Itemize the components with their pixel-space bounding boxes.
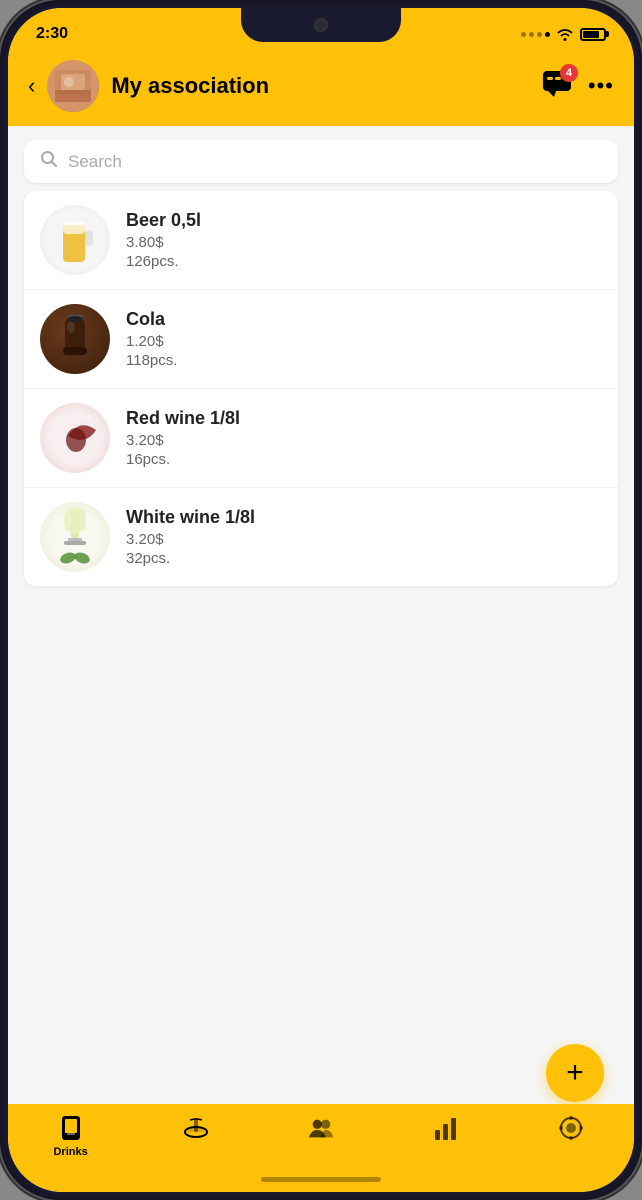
nav-item-stats[interactable] (384, 1114, 509, 1146)
notification-badge: 4 (560, 64, 578, 82)
status-time: 2:30 (36, 25, 68, 43)
camera (314, 18, 328, 32)
back-button[interactable]: ‹ (28, 73, 35, 99)
header-actions: 4 ••• (542, 70, 614, 103)
content-area: Search Beer 0,5l (8, 126, 634, 600)
list-item[interactable]: Beer 0,5l 3.80$ 126pcs. (24, 191, 618, 290)
signal-icon (521, 32, 550, 37)
item-info-redwine: Red wine 1/8l 3.20$ 16pcs. (126, 408, 602, 468)
item-qty: 126pcs. (126, 253, 602, 270)
items-list: Beer 0,5l 3.80$ 126pcs. (24, 191, 618, 586)
item-name: Beer 0,5l (126, 210, 602, 231)
item-price: 3.20$ (126, 432, 602, 449)
food-icon (182, 1114, 210, 1142)
item-name: White wine 1/8l (126, 507, 602, 528)
search-icon (40, 150, 58, 173)
settings-icon (557, 1114, 585, 1142)
item-image-redwine (40, 403, 110, 473)
search-input[interactable]: Search (68, 152, 122, 172)
screen: 2:30 ‹ (8, 8, 634, 1192)
nav-item-members[interactable] (258, 1114, 383, 1146)
item-info-whitewine: White wine 1/8l 3.20$ 32pcs. (126, 507, 602, 567)
list-item[interactable]: Red wine 1/8l 3.20$ 16pcs. (24, 389, 618, 488)
list-item[interactable]: White wine 1/8l 3.20$ 32pcs. (24, 488, 618, 586)
more-button[interactable]: ••• (588, 73, 614, 99)
add-button[interactable]: + (546, 1044, 604, 1102)
nav-item-settings[interactable] (509, 1114, 634, 1146)
item-name: Red wine 1/8l (126, 408, 602, 429)
item-info-cola: Cola 1.20$ 118pcs. (126, 309, 602, 369)
item-qty: 118pcs. (126, 352, 602, 369)
item-name: Cola (126, 309, 602, 330)
nav-item-food[interactable] (133, 1114, 258, 1146)
item-image-cola (40, 304, 110, 374)
item-price: 3.80$ (126, 234, 602, 251)
list-item[interactable]: Cola 1.20$ 118pcs. (24, 290, 618, 389)
item-qty: 32pcs. (126, 550, 602, 567)
stats-icon (432, 1114, 460, 1142)
nav-item-drinks[interactable]: Drinks (8, 1114, 133, 1158)
chat-button[interactable]: 4 (542, 70, 572, 103)
item-info-beer: Beer 0,5l 3.80$ 126pcs. (126, 210, 602, 270)
item-image-beer (40, 205, 110, 275)
drinks-icon (57, 1114, 85, 1142)
phone-frame: 2:30 ‹ (0, 0, 642, 1200)
status-icons (521, 27, 606, 41)
avatar (47, 60, 99, 112)
notch (241, 8, 401, 42)
item-qty: 16pcs. (126, 451, 602, 468)
members-icon (307, 1114, 335, 1142)
item-price: 3.20$ (126, 531, 602, 548)
home-indicator (261, 1177, 381, 1182)
wifi-icon (556, 27, 574, 41)
battery-icon (580, 28, 606, 41)
item-price: 1.20$ (126, 333, 602, 350)
page-title: My association (111, 73, 530, 99)
search-bar[interactable]: Search (24, 140, 618, 183)
nav-label-drinks: Drinks (53, 1146, 87, 1158)
header: ‹ My association (8, 52, 634, 126)
item-image-whitewine (40, 502, 110, 572)
